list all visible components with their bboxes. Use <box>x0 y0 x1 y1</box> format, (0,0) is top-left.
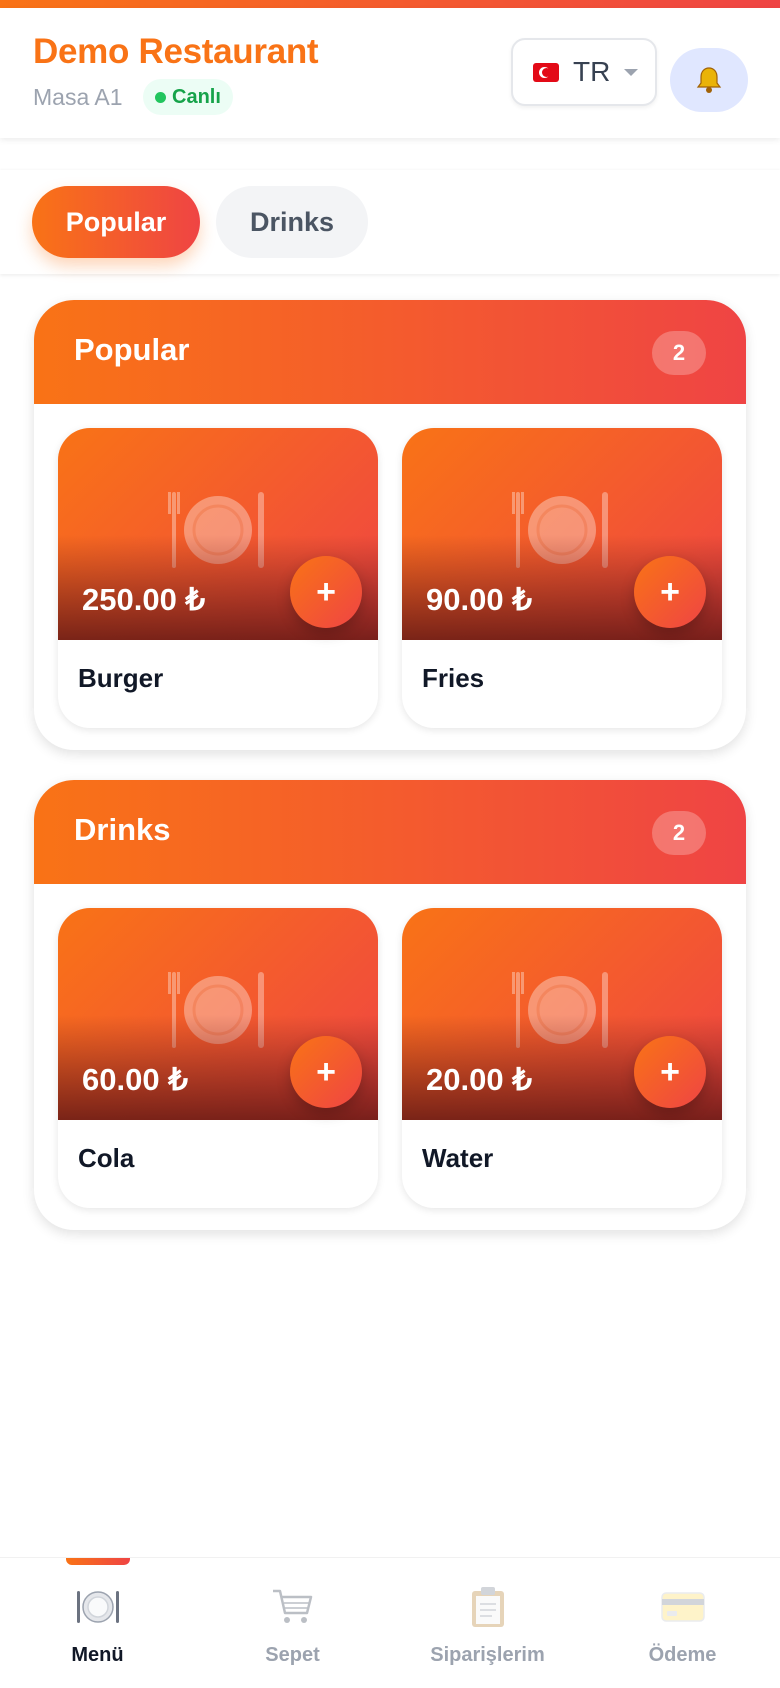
item-price: 60.00 ₺ <box>82 1062 188 1097</box>
nav-label: Menü <box>71 1644 124 1666</box>
nav-item-orders[interactable]: Siparişlerim <box>390 1584 585 1667</box>
add-to-cart-button[interactable]: + <box>290 1036 362 1108</box>
menu-section-drinks: Drinks 2 60.00 ₺ + Cola 20.00 ₺ + Water <box>34 780 746 1230</box>
section-header: Popular 2 <box>34 300 746 404</box>
credit-card-icon <box>660 1584 706 1630</box>
chevron-down-icon <box>624 68 639 76</box>
nav-label: Sepet <box>265 1644 320 1666</box>
clipboard-icon <box>465 1584 511 1630</box>
nav-item-cart[interactable]: Sepet <box>195 1584 390 1667</box>
add-to-cart-button[interactable]: + <box>634 556 706 628</box>
item-price: 250.00 ₺ <box>82 582 206 617</box>
live-status-text: Canlı <box>172 85 221 108</box>
add-to-cart-button[interactable]: + <box>634 1036 706 1108</box>
section-header: Drinks 2 <box>34 780 746 884</box>
menu-section-popular: Popular 2 250.00 ₺ + Burger 90.00 ₺ + Fr… <box>34 300 746 750</box>
section-title: Popular <box>74 332 190 367</box>
turkey-flag-icon <box>533 62 559 82</box>
category-tabs: Popular Drinks <box>0 170 780 274</box>
nav-item-payment[interactable]: Ödeme <box>585 1584 780 1667</box>
item-name: Fries <box>422 663 485 693</box>
notification-button[interactable] <box>670 48 748 112</box>
tab-popular[interactable]: Popular <box>32 186 200 258</box>
item-count-badge: 2 <box>652 331 706 375</box>
item-name: Burger <box>78 663 164 693</box>
bell-icon <box>696 67 722 93</box>
tab-drinks[interactable]: Drinks <box>216 186 368 258</box>
active-tab-indicator <box>66 1558 130 1565</box>
top-accent-stripe <box>0 0 780 8</box>
menu-item-card[interactable]: 20.00 ₺ + Water <box>402 908 722 1208</box>
item-image: 90.00 ₺ + <box>402 428 722 640</box>
item-image: 60.00 ₺ + <box>58 908 378 1120</box>
item-name: Water <box>422 1143 494 1173</box>
item-price: 90.00 ₺ <box>426 582 532 617</box>
bottom-navigation: Menü Sepet Siparişlerim Ödeme <box>0 1557 780 1688</box>
live-dot-icon <box>155 91 166 103</box>
menu-item-card[interactable]: 60.00 ₺ + Cola <box>58 908 378 1208</box>
language-code: TR <box>573 56 611 87</box>
item-price: 20.00 ₺ <box>426 1062 532 1097</box>
item-image: 20.00 ₺ + <box>402 908 722 1120</box>
table-label: Masa A1 <box>33 84 123 110</box>
section-title: Drinks <box>74 812 171 847</box>
nav-label: Siparişlerim <box>430 1644 545 1666</box>
language-select[interactable]: TR <box>511 38 657 106</box>
menu-item-card[interactable]: 90.00 ₺ + Fries <box>402 428 722 728</box>
cart-icon <box>270 1584 316 1630</box>
plate-icon <box>75 1584 121 1630</box>
menu-item-card[interactable]: 250.00 ₺ + Burger <box>58 428 378 728</box>
restaurant-name: Demo Restaurant <box>33 32 319 71</box>
live-status-badge: Canlı <box>143 79 233 115</box>
item-count-badge: 2 <box>652 811 706 855</box>
add-to-cart-button[interactable]: + <box>290 556 362 628</box>
nav-item-menu[interactable]: Menü <box>0 1584 195 1667</box>
item-name: Cola <box>78 1143 135 1173</box>
app-header: Demo Restaurant Masa A1 Canlı TR <box>0 8 780 138</box>
nav-label: Ödeme <box>648 1644 717 1666</box>
item-image: 250.00 ₺ + <box>58 428 378 640</box>
